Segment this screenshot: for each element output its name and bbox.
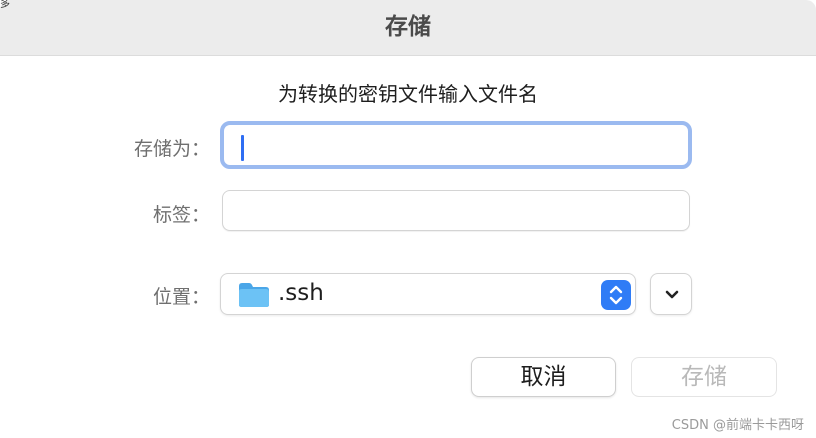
save-as-field[interactable] — [220, 121, 692, 169]
tags-field[interactable] — [222, 190, 690, 231]
location-label: 位置： — [152, 286, 210, 308]
tags-label: 标签： — [152, 204, 210, 226]
popup-stepper[interactable] — [601, 280, 631, 310]
save-dialog: 多 存储 为转换的密钥文件输入文件名 存储为： 标签： 位置： .ssh 取消 … — [0, 0, 816, 438]
location-popup[interactable]: .ssh — [220, 273, 636, 315]
location-value: .ssh — [278, 280, 324, 306]
text-caret — [241, 135, 244, 161]
save-button[interactable]: 存储 — [631, 357, 777, 397]
save-as-label: 存储为： — [133, 138, 210, 160]
chevron-down-icon — [665, 290, 679, 299]
dialog-prompt: 为转换的密钥文件输入文件名 — [278, 82, 538, 106]
dialog-title: 存储 — [385, 14, 431, 40]
title-bar: 多 存储 — [0, 0, 816, 56]
chevron-up-down-icon — [609, 285, 623, 305]
folder-icon — [238, 282, 270, 308]
expand-button[interactable] — [650, 273, 692, 315]
watermark: CSDN @前端卡卡西呀 — [671, 418, 804, 433]
cancel-button[interactable]: 取消 — [471, 357, 616, 397]
